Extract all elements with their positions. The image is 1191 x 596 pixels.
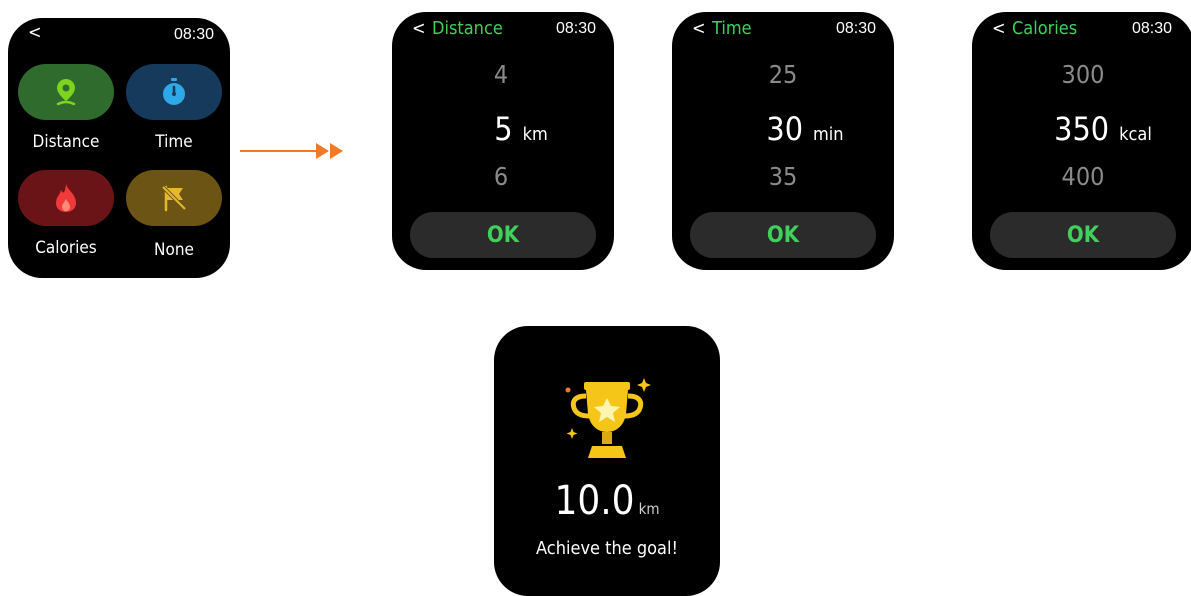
- time-picker-screen: < Time 08:30 25 30 min 35 OK: [672, 12, 894, 270]
- time-label: Time: [155, 132, 193, 152]
- picker-prev-value[interactable]: 300: [972, 60, 1191, 89]
- picker-title: Calories: [1012, 18, 1078, 39]
- ok-button[interactable]: OK: [990, 212, 1176, 258]
- calories-picker-screen: < Calories 08:30 300 350 kcal 400 OK: [972, 12, 1191, 270]
- calories-label: Calories: [35, 238, 97, 258]
- picker-next-value[interactable]: 6: [390, 162, 612, 191]
- picker-prev-value[interactable]: 25: [672, 60, 894, 89]
- goal-achieved-screen: 10.0 km Achieve the goal!: [494, 326, 720, 596]
- trophy-icon: [565, 378, 651, 458]
- picker-selected-value[interactable]: 30 min: [694, 110, 916, 148]
- picker-next-value[interactable]: 400: [972, 162, 1191, 191]
- none-label: None: [154, 240, 194, 260]
- next-step-arrow-icon: [240, 143, 343, 159]
- back-button[interactable]: <: [412, 18, 426, 39]
- picker-unit: km: [522, 124, 548, 145]
- ok-button[interactable]: OK: [410, 212, 596, 258]
- distance-goal-button[interactable]: [18, 64, 114, 120]
- goal-message: Achieve the goal!: [536, 538, 678, 559]
- back-button[interactable]: <: [692, 18, 706, 39]
- ok-button[interactable]: OK: [690, 212, 876, 258]
- picker-selected-value[interactable]: 5 km: [410, 110, 632, 148]
- clock: 08:30: [835, 20, 876, 37]
- goal-menu-screen: < 08:30 Distance Time Calories None: [8, 18, 230, 278]
- picker-title: Time: [712, 18, 752, 39]
- no-goal-button[interactable]: [126, 170, 222, 226]
- picker-unit: min: [813, 124, 844, 145]
- distance-label: Distance: [32, 132, 100, 152]
- stopwatch-icon: [163, 78, 185, 105]
- back-button[interactable]: <: [992, 18, 1006, 39]
- goal-value: 10.0 km: [554, 478, 660, 524]
- location-pin-icon: [56, 79, 76, 106]
- clock: 08:30: [1131, 20, 1172, 37]
- flag-off-icon: [161, 185, 187, 212]
- picker-title: Distance: [432, 18, 503, 39]
- picker-unit: kcal: [1119, 124, 1152, 145]
- picker-next-value[interactable]: 35: [672, 162, 894, 191]
- goal-unit: km: [638, 500, 660, 518]
- picker-prev-value[interactable]: 4: [390, 60, 612, 89]
- picker-selected-value[interactable]: 350 kcal: [992, 110, 1191, 148]
- flame-icon: [56, 184, 76, 212]
- distance-picker-screen: < Distance 08:30 4 5 km 6 OK: [392, 12, 614, 270]
- calories-goal-button[interactable]: [18, 170, 114, 226]
- clock: 08:30: [173, 26, 214, 43]
- back-button[interactable]: <: [28, 22, 42, 43]
- time-goal-button[interactable]: [126, 64, 222, 120]
- clock: 08:30: [555, 20, 596, 37]
